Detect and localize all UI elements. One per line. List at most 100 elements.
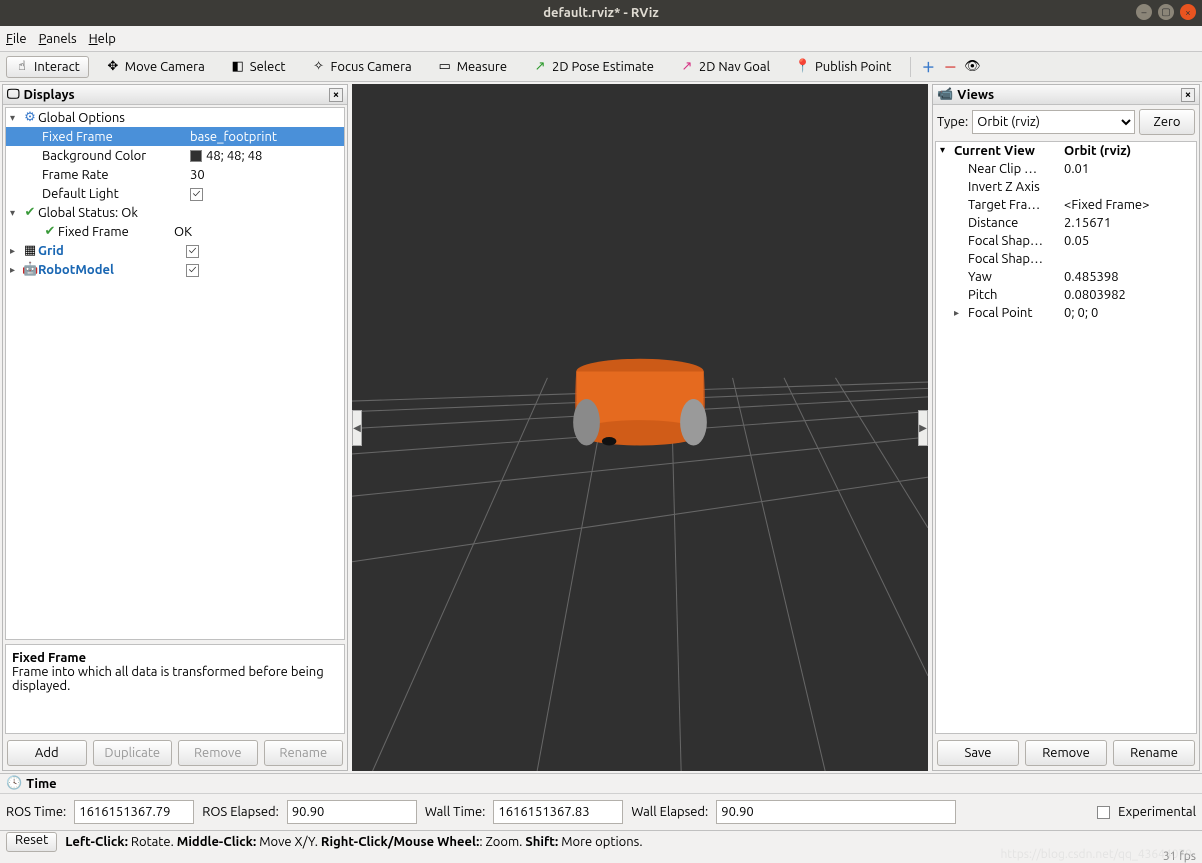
publish-point-button[interactable]: 📍Publish Point [787,56,900,78]
type-label: Type: [937,115,968,129]
pose-icon: ↗ [533,60,547,74]
rename-button: Rename [264,740,344,766]
views-header[interactable]: 📹 Views × [933,85,1199,105]
nav-goal-button[interactable]: ↗2D Nav Goal [671,56,779,78]
background-color-row[interactable]: Background Color48; 48; 48 [6,146,344,165]
grid-icon: ▦ [22,243,38,258]
default-light-checkbox[interactable] [190,188,203,201]
ros-time-label: ROS Time: [6,805,66,819]
experimental-checkbox[interactable] [1097,806,1110,819]
nav-icon: ↗ [680,60,694,74]
reset-button[interactable]: Reset [6,832,57,852]
default-light-row[interactable]: Default Light [6,184,344,203]
ruler-icon: ▭ [438,60,452,74]
robot-icon: 🤖 [22,262,38,277]
measure-button[interactable]: ▭Measure [429,56,516,78]
close-icon[interactable]: × [1181,88,1195,102]
global-status-row[interactable]: ▾✔Global Status: Ok [6,203,344,222]
robot-model-row[interactable]: ▸🤖RobotModel [6,260,344,279]
minus-icon[interactable]: － [943,60,957,74]
menu-file[interactable]: File [6,32,27,46]
menubar: File Panels Help [0,26,1202,52]
close-button[interactable]: × [1180,4,1196,20]
view-prop-row[interactable]: Target Fra…<Fixed Frame> [936,196,1196,214]
ros-time-input[interactable] [74,800,194,824]
view-prop-row[interactable]: Distance2.15671 [936,214,1196,232]
zero-button[interactable]: Zero [1139,109,1195,135]
frame-rate-row[interactable]: Frame Rate30 [6,165,344,184]
hand-icon: ☝ [15,60,29,74]
experimental-label: Experimental [1118,805,1196,819]
maximize-button[interactable]: ▢ [1158,4,1174,20]
collapse-left-handle[interactable]: ◀ [352,410,362,446]
grid-lines [352,84,928,771]
view-prop-row[interactable]: Pitch0.0803982 [936,286,1196,304]
help-title: Fixed Frame [12,651,338,665]
fixed-frame-status-row[interactable]: ✔Fixed FrameOK [6,222,344,241]
color-swatch [190,150,202,162]
views-panel: 📹 Views × Type: Orbit (rviz) Zero ▾Curre… [932,84,1200,771]
pin-icon: 📍 [796,60,810,74]
monitor-icon: 🖵 [7,87,20,102]
views-tree[interactable]: ▾Current ViewOrbit (rviz) Near Clip …0.0… [935,141,1197,734]
grid-checkbox[interactable] [186,245,199,258]
view-prop-row[interactable]: Yaw0.485398 [936,268,1196,286]
robot-model-checkbox[interactable] [186,264,199,277]
wall-elapsed-label: Wall Elapsed: [631,805,708,819]
focus-icon: ✧ [312,60,326,74]
titlebar: default.rviz* - RViz – ▢ × [0,0,1202,26]
move-camera-button[interactable]: ✥Move Camera [97,56,214,78]
statusbar: Reset Left-Click: Rotate. Middle-Click: … [0,830,1202,852]
add-button[interactable]: Add [7,740,87,766]
fps-label: 31 fps [1163,850,1196,863]
displays-tree[interactable]: ▾⚙Global Options Fixed Framebase_footpri… [5,107,345,640]
camera-icon: 📹 [937,87,953,102]
view-prop-row[interactable]: Near Clip …0.01 [936,160,1196,178]
grid-row[interactable]: ▸▦Grid [6,241,344,260]
select-button[interactable]: ◧Select [222,56,295,78]
remove-button: Remove [178,740,258,766]
status-hint: Left-Click: Rotate. Middle-Click: Move X… [65,835,642,849]
remove-view-button[interactable]: Remove [1025,740,1107,766]
window-title: default.rviz* - RViz [543,6,659,20]
pose-estimate-button[interactable]: ↗2D Pose Estimate [524,56,663,78]
gear-icon: ⚙ [22,110,38,125]
robot-model [573,359,707,446]
view-prop-row[interactable]: Focal Shap… [936,250,1196,268]
focus-camera-button[interactable]: ✧Focus Camera [303,56,421,78]
plus-icon[interactable]: ＋ [921,60,935,74]
view-prop-row[interactable]: Focal Shap…0.05 [936,232,1196,250]
view-type-select[interactable]: Orbit (rviz) [972,110,1135,134]
interact-button[interactable]: ☝Interact [6,56,89,78]
save-view-button[interactable]: Save [937,740,1019,766]
menu-panels[interactable]: Panels [39,32,77,46]
rename-view-button[interactable]: Rename [1113,740,1195,766]
view-prop-row[interactable]: Invert Z Axis [936,178,1196,196]
clock-icon: 🕓 [6,776,22,791]
view-prop-row[interactable]: ▸Focal Point0; 0; 0 [936,304,1196,322]
3d-viewport[interactable]: ◀ ▶ [352,84,928,771]
displays-header[interactable]: 🖵 Displays × [3,85,347,105]
duplicate-button: Duplicate [93,740,173,766]
check-icon: ✔ [22,205,38,220]
wall-time-label: Wall Time: [425,805,486,819]
wall-elapsed-input[interactable] [716,800,956,824]
select-icon: ◧ [231,60,245,74]
time-header[interactable]: 🕓Time [0,774,1202,794]
collapse-right-handle[interactable]: ▶ [918,410,928,446]
global-options-row[interactable]: ▾⚙Global Options [6,108,344,127]
fixed-frame-row[interactable]: Fixed Framebase_footprint [6,127,344,146]
check-icon: ✔ [42,224,58,239]
ros-elapsed-input[interactable] [287,800,417,824]
close-icon[interactable]: × [329,88,343,102]
minimize-button[interactable]: – [1136,4,1152,20]
time-panel: 🕓Time ROS Time: ROS Elapsed: Wall Time: … [0,773,1202,863]
help-text: Frame into which all data is transformed… [12,665,338,693]
wall-time-input[interactable] [493,800,623,824]
menu-help[interactable]: Help [89,32,116,46]
displays-panel: 🖵 Displays × ▾⚙Global Options Fixed Fram… [2,84,348,771]
eye-icon[interactable]: 👁 [965,60,979,74]
toolbar: ☝Interact ✥Move Camera ◧Select ✧Focus Ca… [0,52,1202,82]
ros-elapsed-label: ROS Elapsed: [202,805,279,819]
move-icon: ✥ [106,60,120,74]
